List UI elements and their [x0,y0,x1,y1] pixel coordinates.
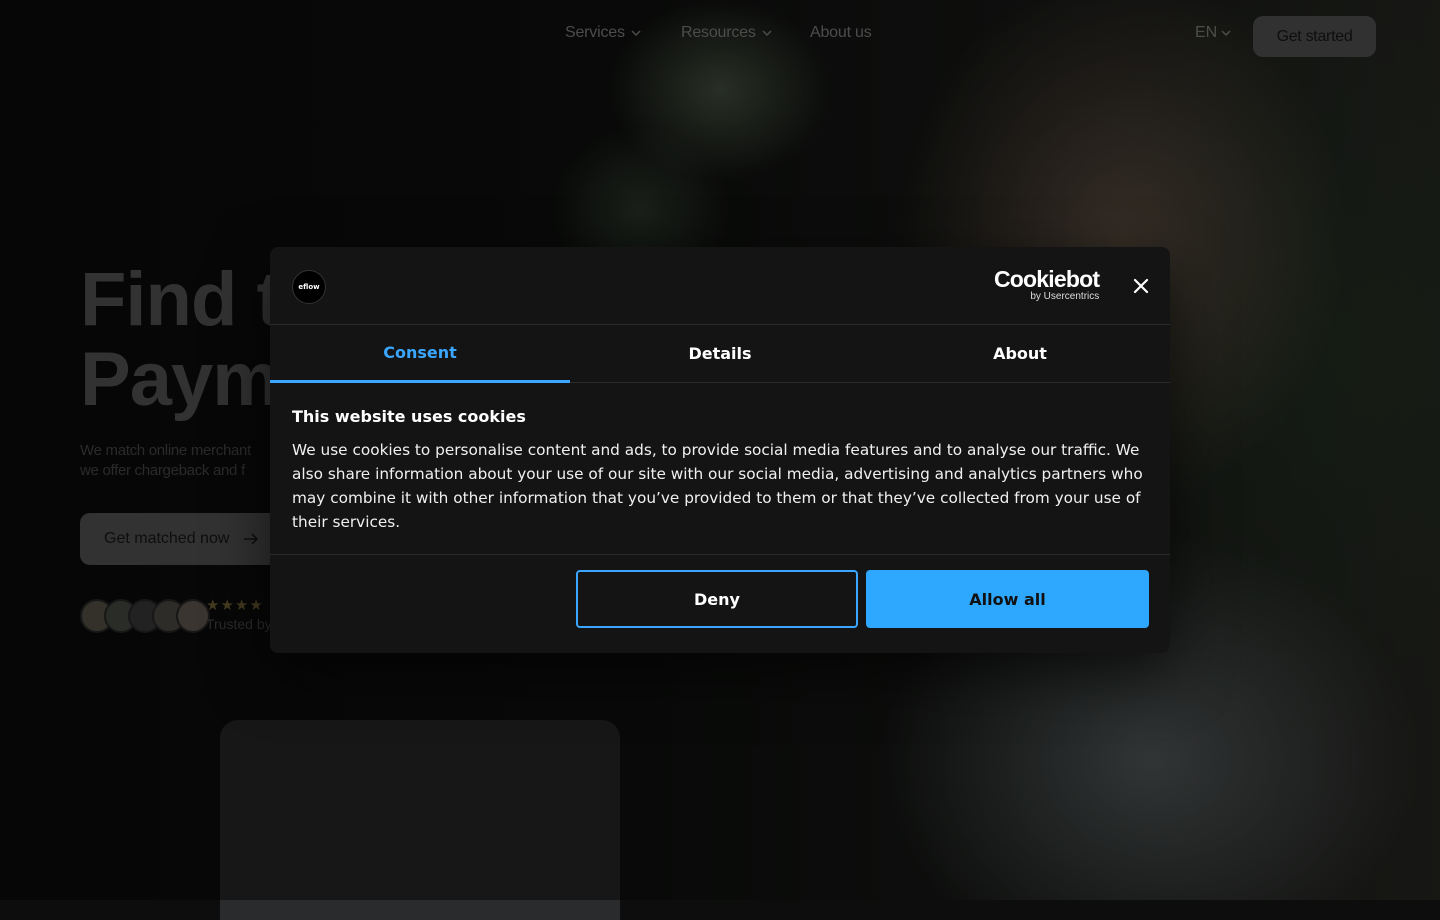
cookie-consent-dialog: eflow Cookiebot by Usercentrics Consent … [270,247,1170,653]
close-icon[interactable] [1130,275,1152,297]
consent-content: This website uses cookies We use cookies… [270,383,1170,555]
dialog-tabs: Consent Details About [270,325,1170,383]
cookiebot-by: by Usercentrics [1030,291,1100,302]
dialog-header: eflow Cookiebot by Usercentrics [270,247,1170,325]
tab-consent[interactable]: Consent [270,325,570,383]
deny-button[interactable]: Deny [576,570,858,628]
consent-heading: This website uses cookies [292,407,526,426]
eflow-logo: eflow [292,270,326,304]
consent-body: We use cookies to personalise content an… [292,441,1143,531]
dialog-actions: Deny Allow all [576,570,1149,628]
cookiebot-logo: Cookiebot by Usercentrics [994,266,1100,302]
cookiebot-name: Cookiebot [994,266,1100,292]
allow-all-button[interactable]: Allow all [866,570,1149,628]
tab-about[interactable]: About [870,325,1170,382]
tab-details[interactable]: Details [570,325,870,382]
